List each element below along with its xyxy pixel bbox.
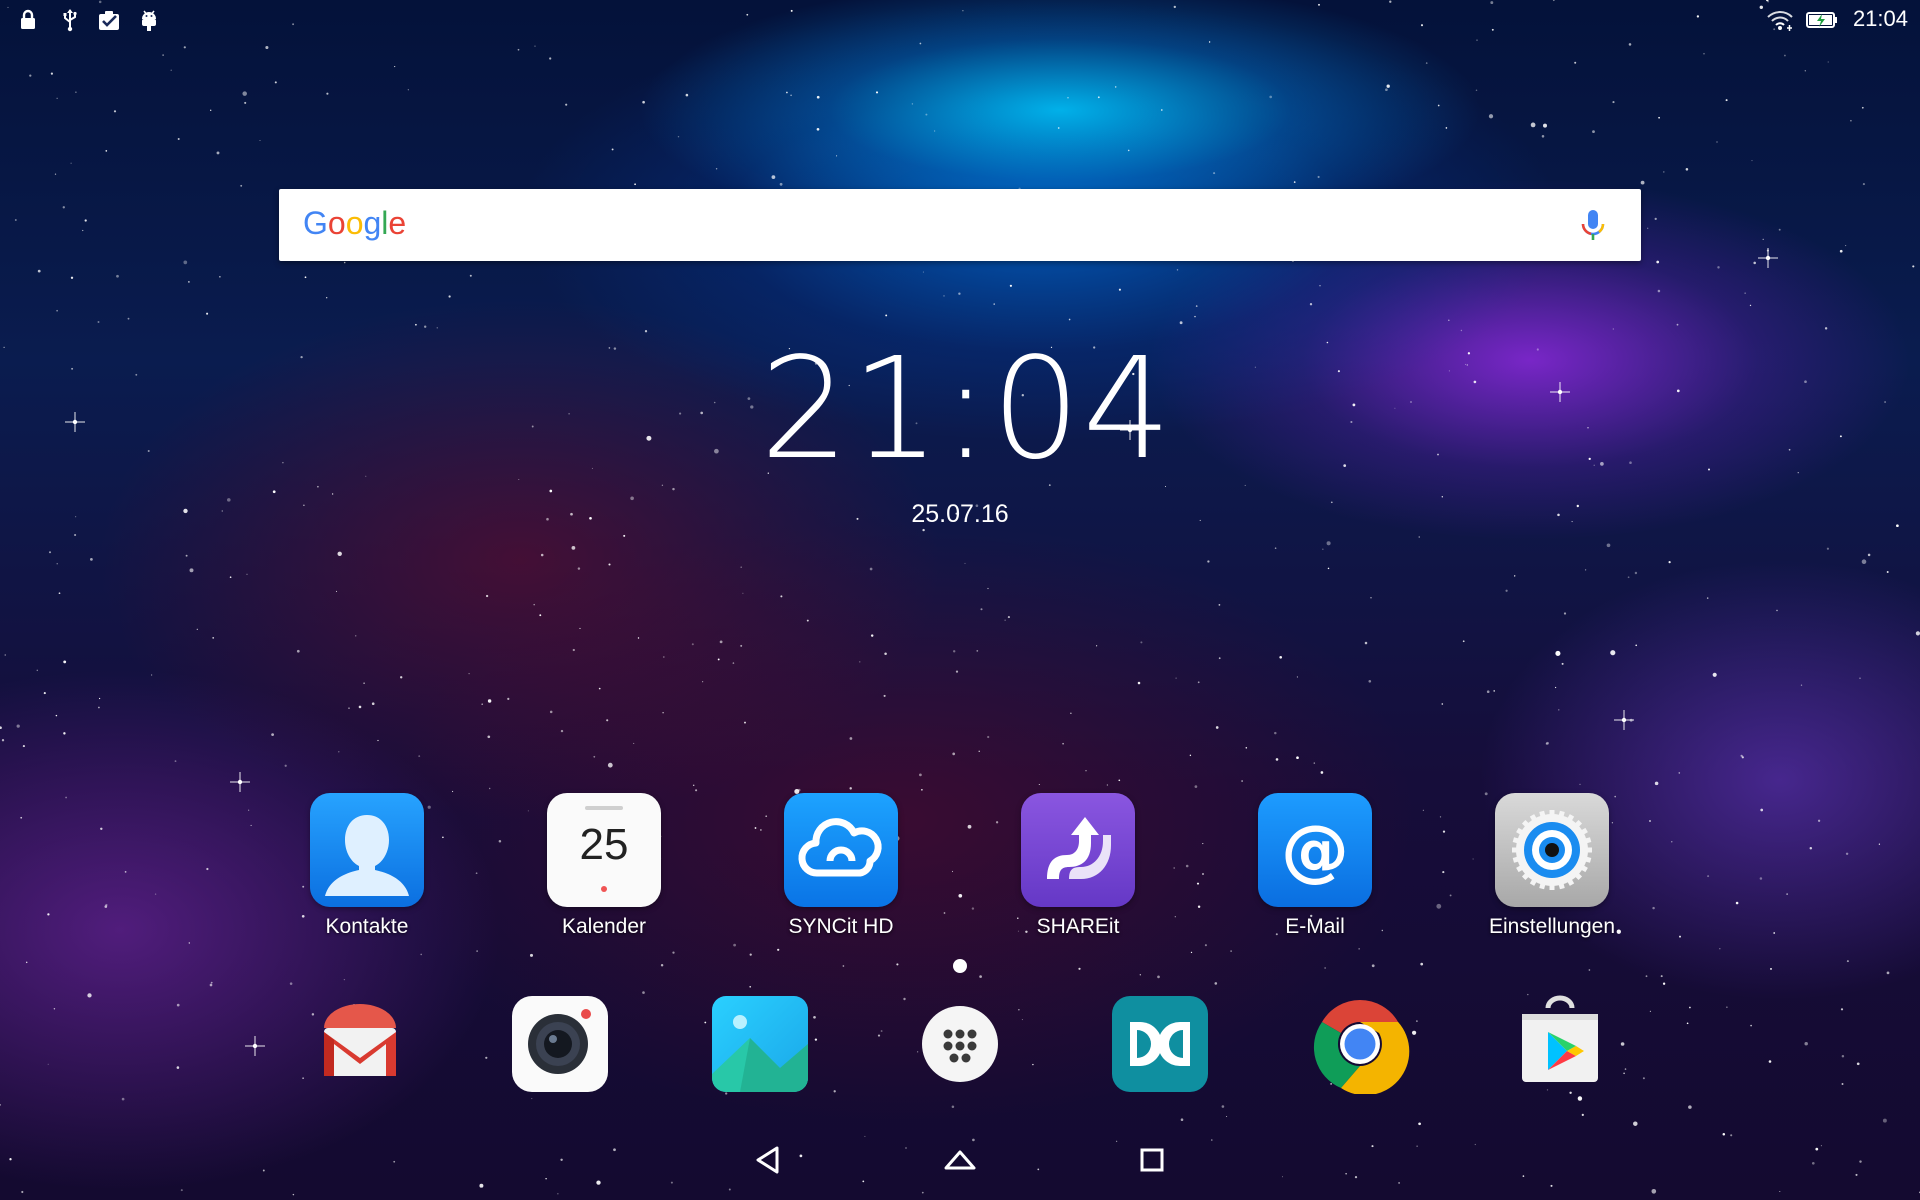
play-store-icon[interactable]: [1510, 994, 1610, 1094]
status-bar-time: 21:04: [1852, 6, 1908, 31]
dolby-icon[interactable]: [1110, 994, 1210, 1094]
battery-charging-icon: [1806, 8, 1838, 32]
app-label: SHAREit: [1036, 915, 1120, 938]
calendar-day: 25: [580, 820, 629, 869]
status-bar: 21:04: [0, 0, 1920, 40]
app-label: E-Mail: [1285, 915, 1345, 938]
clock-widget-date: 25.07.16: [911, 500, 1009, 528]
gallery-icon[interactable]: [710, 994, 810, 1094]
home-screen: 21:04 Google 21:04 25.07.16 Kontakte 25 …: [0, 0, 1920, 1200]
chrome-icon[interactable]: [1310, 994, 1410, 1096]
lock-icon: [16, 8, 40, 32]
contacts-icon: [310, 793, 424, 907]
app-label: Kontakte: [325, 915, 409, 938]
shareit-icon: [1021, 793, 1135, 907]
app-label: Kalender: [561, 915, 647, 938]
app-drawer-icon[interactable]: [910, 994, 1010, 1094]
google-search-bar[interactable]: Google: [279, 189, 1641, 261]
app-calendar[interactable]: 25 Kalender: [504, 793, 704, 939]
email-at-icon: @: [1258, 793, 1372, 907]
google-logo: Google: [303, 205, 407, 241]
svg-text:@: @: [1281, 811, 1349, 890]
android-debug-icon: [137, 8, 161, 32]
app-label: SYNCit HD: [788, 915, 894, 938]
usb-icon: [58, 8, 82, 32]
syncit-cloud-icon: [784, 793, 898, 907]
clipboard-check-icon: [97, 8, 121, 32]
wifi-icon: [1766, 8, 1794, 32]
app-settings[interactable]: Einstellungen: [1452, 793, 1652, 939]
app-shareit[interactable]: SHAREit: [978, 793, 1178, 939]
calendar-icon: 25: [547, 793, 661, 907]
mic-icon[interactable]: [1573, 205, 1613, 245]
app-label: Einstellungen: [1488, 915, 1616, 938]
app-syncit-hd[interactable]: SYNCit HD: [741, 793, 941, 939]
home-icon[interactable]: [930, 1130, 990, 1190]
app-contacts[interactable]: Kontakte: [267, 793, 467, 939]
gmail-icon[interactable]: [310, 994, 410, 1094]
navigation-bar: [0, 1120, 1920, 1200]
recents-icon[interactable]: [1122, 1130, 1182, 1190]
settings-gear-icon: [1495, 793, 1609, 907]
back-icon[interactable]: [738, 1130, 798, 1190]
page-indicator-dot: [953, 959, 967, 973]
app-email[interactable]: @ E-Mail: [1215, 793, 1415, 939]
camera-icon[interactable]: [510, 994, 610, 1094]
clock-widget-time[interactable]: 21:04: [760, 340, 1171, 480]
